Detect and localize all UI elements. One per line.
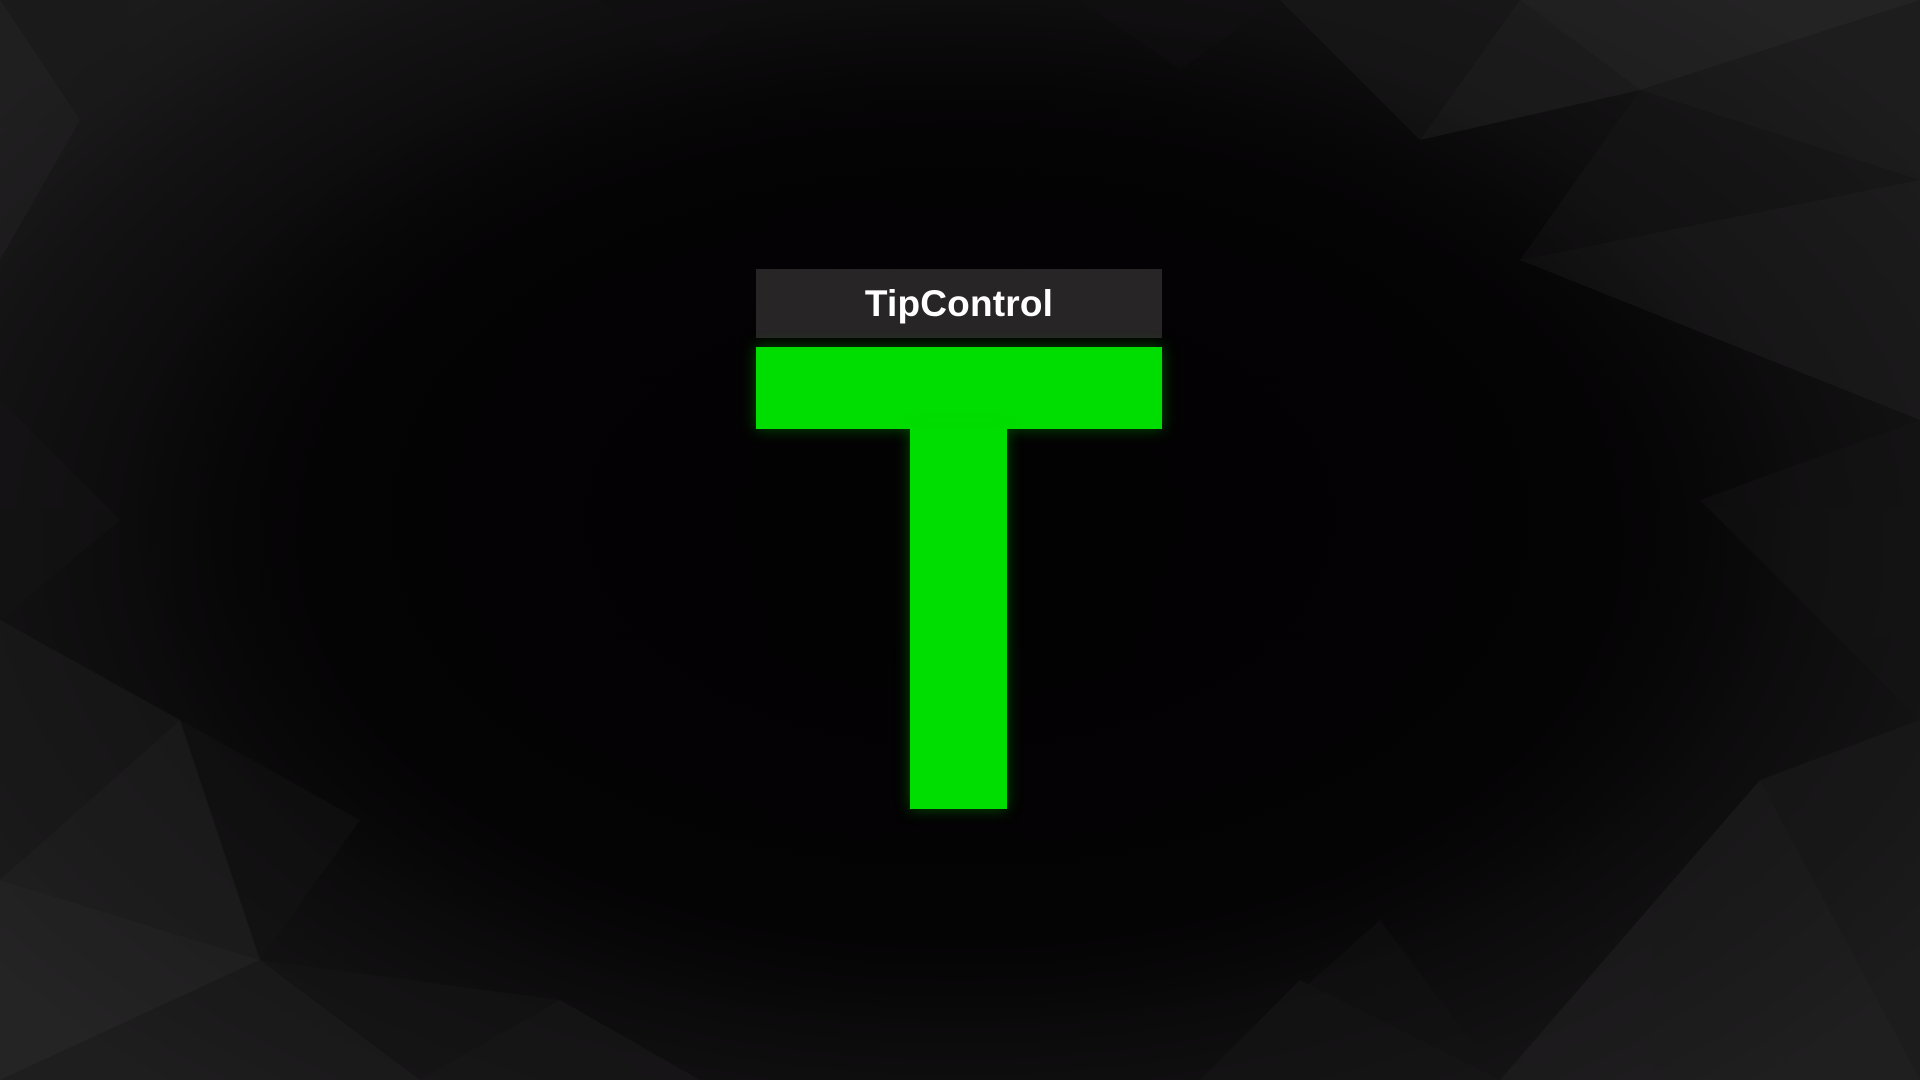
t-logo-crossbar [756, 347, 1162, 429]
title-banner: TipControl [756, 269, 1162, 338]
splash-screen: TipControl [0, 0, 1920, 1080]
tipcontrol-logo: TipControl [756, 269, 1162, 809]
app-title: TipControl [864, 282, 1054, 324]
t-logo-stem [910, 429, 1007, 809]
